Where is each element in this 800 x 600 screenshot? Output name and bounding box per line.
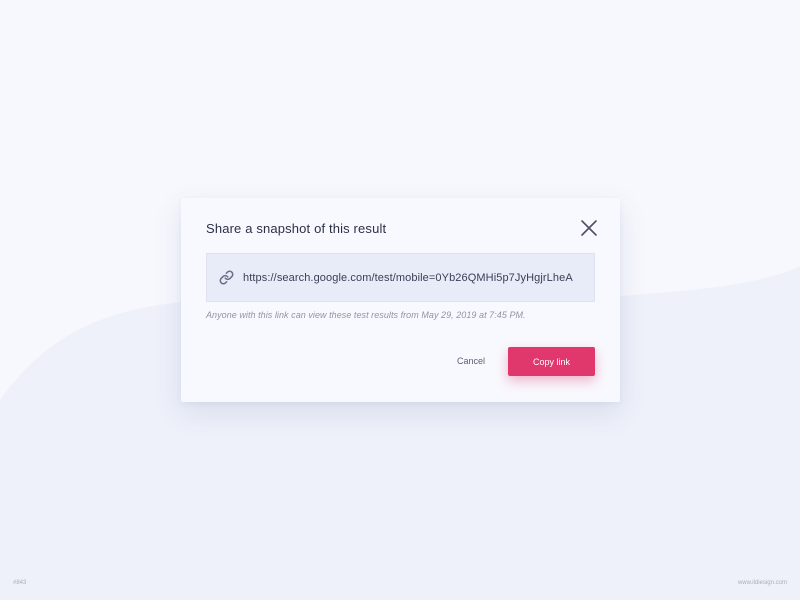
cancel-button[interactable]: Cancel xyxy=(443,351,499,371)
shot-number: #843 xyxy=(13,580,27,586)
dialog-title: Share a snapshot of this result xyxy=(206,221,387,236)
share-link-url[interactable] xyxy=(243,269,588,287)
share-dialog: Share a snapshot of this result Anyone w… xyxy=(181,198,620,402)
close-button[interactable] xyxy=(579,218,599,238)
share-link-note: Anyone with this link can view these tes… xyxy=(206,310,526,320)
footer-site-link[interactable]: www.ildiesign.com xyxy=(738,580,787,586)
share-link-field[interactable] xyxy=(206,253,595,302)
close-icon xyxy=(581,220,597,236)
link-icon xyxy=(219,270,234,285)
copy-link-button[interactable]: Copy link xyxy=(508,347,595,376)
